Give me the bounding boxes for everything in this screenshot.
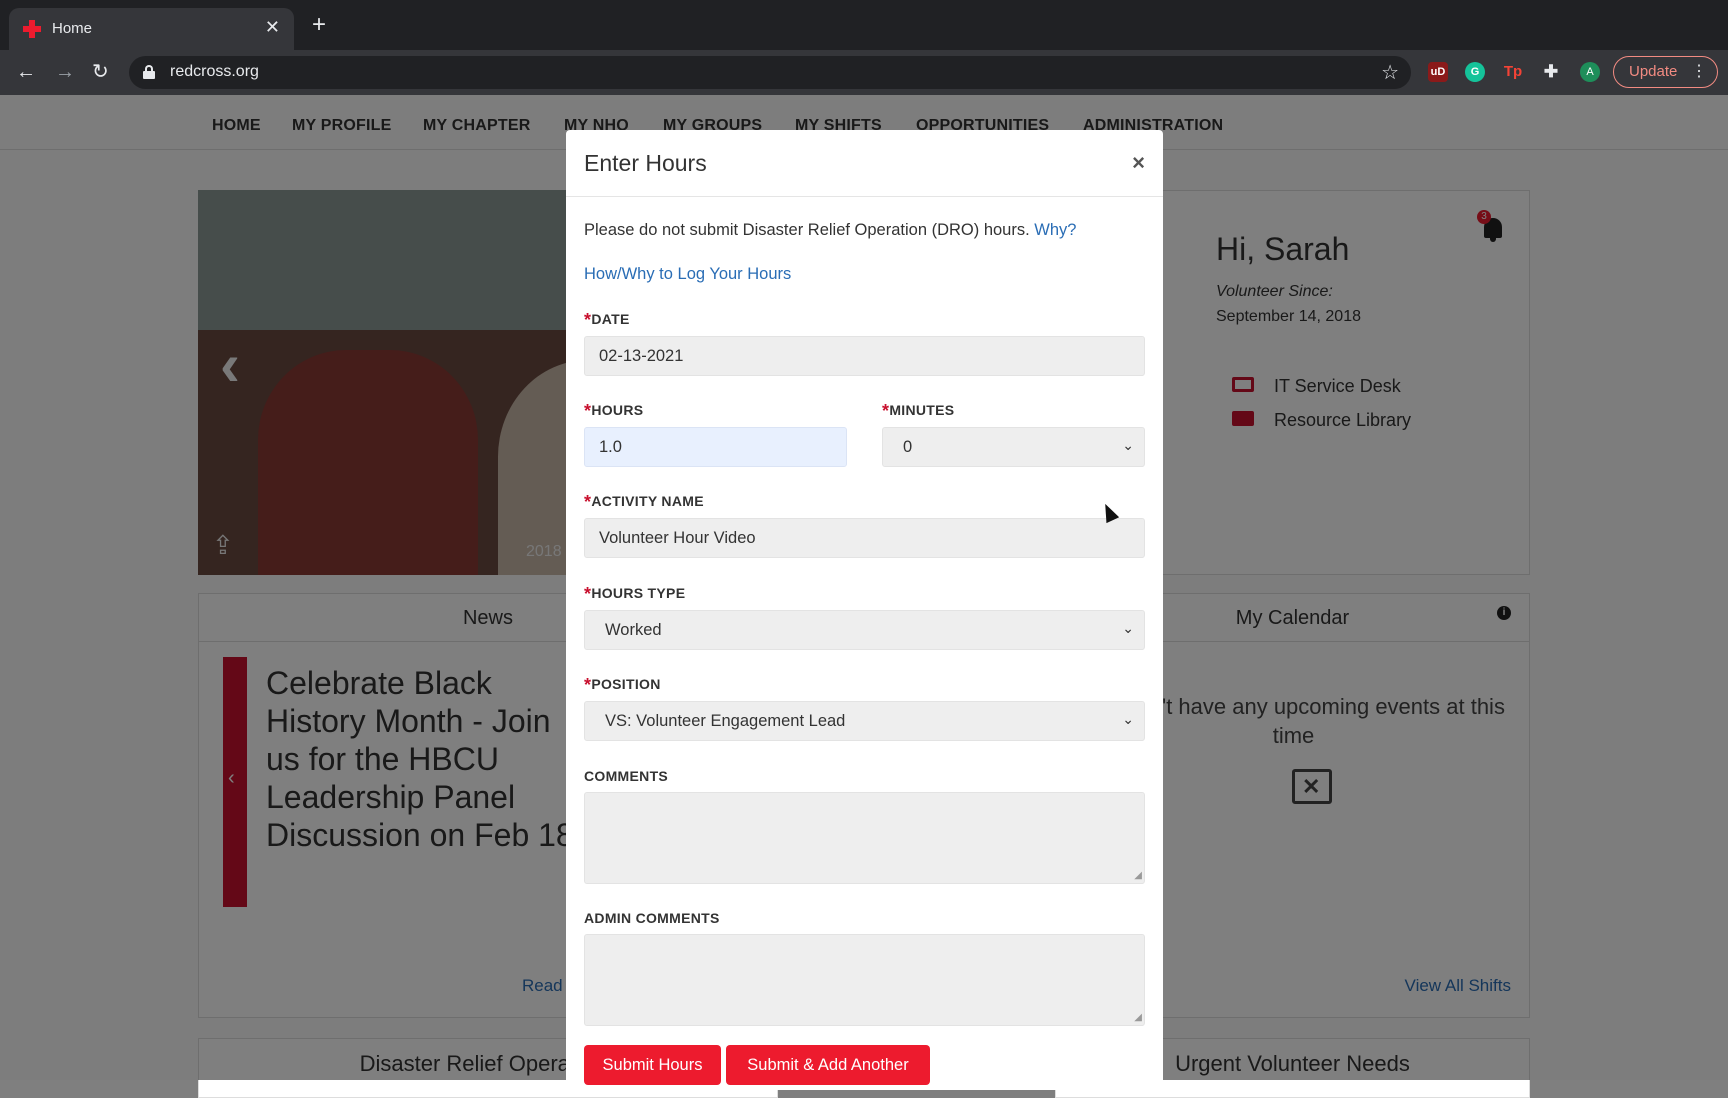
dro-notice-text: Please do not submit Disaster Relief Ope… [584, 221, 1030, 239]
activity-name-input[interactable]: Volunteer Hour Video [584, 518, 1145, 558]
chevron-down-icon: ⌄ [1122, 711, 1134, 727]
resize-grip-icon[interactable]: ◢ [1134, 871, 1142, 881]
close-icon[interactable]: × [1132, 150, 1145, 176]
chevron-down-icon: ⌄ [1122, 620, 1134, 636]
admin-comments-textarea[interactable]: ◢ [584, 934, 1145, 1026]
hours-label: *HOURS [584, 401, 644, 421]
bookmark-star-icon[interactable]: ☆ [1381, 60, 1399, 85]
admin-comments-label: ADMIN COMMENTS [584, 910, 720, 926]
hours-type-value: Worked [605, 621, 662, 639]
update-label: Update [1629, 63, 1678, 80]
enter-hours-modal: Enter Hours × Please do not submit Disas… [566, 130, 1163, 1090]
hours-type-label: *HOURS TYPE [584, 584, 686, 604]
submit-add-another-button[interactable]: Submit & Add Another [726, 1045, 930, 1085]
comments-textarea[interactable]: ◢ [584, 792, 1145, 884]
minutes-label: *MINUTES [882, 401, 955, 421]
resize-grip-icon[interactable]: ◢ [1134, 1013, 1142, 1023]
new-tab-icon[interactable]: + [312, 13, 326, 37]
activity-name-label: *ACTIVITY NAME [584, 492, 704, 512]
date-field[interactable]: 02-13-2021 [584, 336, 1145, 376]
position-value: VS: Volunteer Engagement Lead [605, 712, 846, 730]
tab-close-icon[interactable]: ✕ [265, 17, 280, 37]
tp-extension-icon[interactable]: Tp [1503, 62, 1523, 82]
date-label: *DATE [584, 310, 630, 330]
ublock-extension-icon[interactable]: uD [1428, 62, 1448, 82]
lock-icon [143, 65, 155, 79]
browser-tab[interactable]: Home ✕ [9, 8, 294, 50]
forward-arrow-icon[interactable]: → [55, 60, 75, 84]
chevron-down-icon: ⌄ [1122, 437, 1134, 453]
hours-type-select[interactable]: Worked ⌄ [584, 610, 1145, 650]
submit-hours-button[interactable]: Submit Hours [584, 1045, 721, 1085]
profile-avatar[interactable]: A [1580, 62, 1600, 82]
why-link[interactable]: Why? [1034, 221, 1076, 239]
position-select[interactable]: VS: Volunteer Engagement Lead ⌄ [584, 701, 1145, 741]
url-text: redcross.org [170, 63, 259, 80]
position-label: *POSITION [584, 675, 661, 695]
puzzle-extensions-icon[interactable]: ✚ [1541, 62, 1561, 82]
more-menu-icon[interactable]: ⋮ [1691, 57, 1707, 87]
back-arrow-icon[interactable]: ← [16, 60, 36, 84]
how-to-log-link[interactable]: How/Why to Log Your Hours [584, 265, 791, 284]
update-button[interactable]: Update ⋮ [1613, 56, 1718, 88]
modal-title: Enter Hours [584, 150, 707, 176]
modal-header: Enter Hours × [566, 130, 1163, 197]
tab-title: Home [52, 20, 93, 37]
minutes-select[interactable]: 0 ⌄ [882, 427, 1145, 467]
browser-tab-bar: Home ✕ + [0, 0, 1728, 50]
hours-input[interactable]: 1.0 [584, 427, 847, 467]
comments-label: COMMENTS [584, 768, 669, 784]
dro-notice: Please do not submit Disaster Relief Ope… [584, 221, 1076, 240]
red-cross-favicon-icon [23, 20, 41, 38]
grammarly-extension-icon[interactable]: G [1465, 62, 1485, 82]
browser-toolbar: ← → ↻ redcross.org ☆ uD G Tp ✚ A Update … [0, 50, 1728, 95]
address-bar[interactable]: redcross.org ☆ [129, 56, 1411, 89]
minutes-value: 0 [903, 438, 913, 456]
reload-icon[interactable]: ↻ [92, 60, 109, 84]
